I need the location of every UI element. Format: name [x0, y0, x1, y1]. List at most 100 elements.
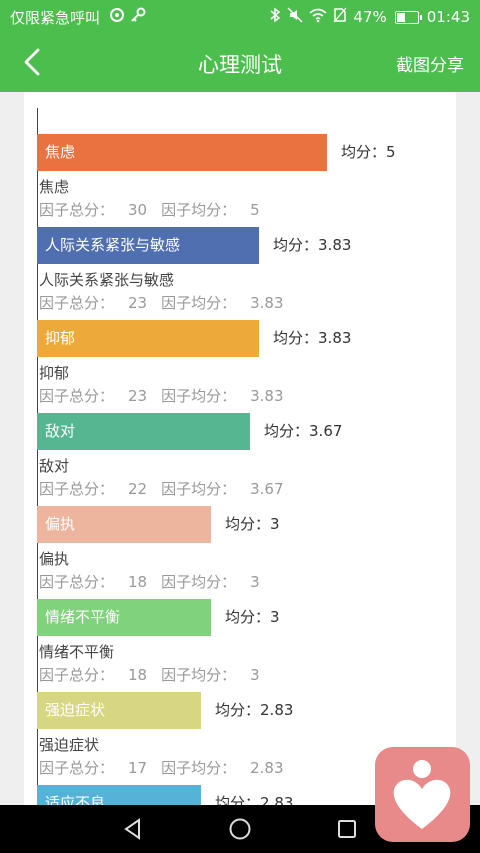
total-value: 23 [128, 294, 148, 312]
factor-name: 强迫症状 [39, 736, 100, 754]
total-label: 因子总分： [39, 573, 115, 591]
factor-bar: 抑郁 [37, 320, 259, 357]
factor-total: 因子总分： 23 [39, 387, 147, 405]
avg-prefix: 均分： [341, 143, 387, 161]
mean-value: 3.67 [250, 480, 284, 498]
factor-avg-label: 均分：3.83 [273, 320, 351, 357]
factor-bar: 强迫症状 [37, 692, 201, 729]
avg-value: 3.67 [309, 422, 343, 440]
mean-value: 3.83 [250, 387, 284, 405]
mean-label: 因子均分： [161, 666, 237, 684]
total-value: 23 [128, 387, 148, 405]
avg-prefix: 均分： [225, 515, 271, 533]
mean-label: 因子均分： [161, 201, 237, 219]
factor-detail: 因子总分： 23 因子均分： 3.83 [39, 292, 284, 313]
factor-total: 因子总分： 17 [39, 759, 147, 777]
factor-total: 因子总分： 18 [39, 666, 147, 684]
mean-label: 因子均分： [161, 294, 237, 312]
factor-bar: 敌对 [37, 413, 250, 450]
factor-mean: 因子均分： 3 [161, 573, 260, 591]
avg-value: 3.83 [318, 329, 352, 347]
factor-avg-label: 均分：5 [341, 134, 396, 171]
back-triangle-icon [124, 818, 140, 840]
mean-label: 因子均分： [161, 387, 237, 405]
battery-percent: 47% [353, 8, 387, 26]
nav-home-button[interactable] [228, 817, 252, 841]
factor-item: 焦虑 均分：5 焦虑 因子总分： 30 因子均分： 5 [37, 134, 456, 228]
factor-mean: 因子均分： 3.83 [161, 387, 283, 405]
factor-name: 敌对 [39, 457, 70, 475]
total-value: 18 [128, 666, 148, 684]
heart-person-icon [393, 760, 451, 829]
factor-avg-label: 均分：3 [225, 506, 280, 543]
avg-prefix: 均分： [273, 236, 319, 254]
factor-item: 偏执 均分：3 偏执 因子总分： 18 因子均分： 3 [37, 506, 456, 600]
avg-value: 5 [386, 143, 396, 161]
total-value: 17 [128, 759, 148, 777]
total-label: 因子总分： [39, 294, 115, 312]
factor-total: 因子总分： 18 [39, 573, 147, 591]
factor-item: 敌对 均分：3.67 敌对 因子总分： 22 因子均分： 3.67 [37, 413, 456, 507]
clock: 01:43 [426, 8, 470, 26]
mean-value: 3.83 [250, 294, 284, 312]
recents-square-icon [338, 820, 356, 838]
factor-detail: 因子总分： 18 因子均分： 3 [39, 664, 260, 685]
status-right: 47% 01:43 [269, 7, 470, 27]
home-circle-icon [229, 818, 251, 840]
total-label: 因子总分： [39, 759, 115, 777]
factor-total: 因子总分： 23 [39, 294, 147, 312]
factor-detail: 因子总分： 30 因子均分： 5 [39, 199, 260, 220]
nav-recents-button[interactable] [335, 817, 359, 841]
total-label: 因子总分： [39, 480, 115, 498]
mean-label: 因子均分： [161, 573, 237, 591]
mean-label: 因子均分： [161, 480, 237, 498]
mean-value: 3 [250, 573, 260, 591]
factor-bar: 焦虑 [37, 134, 327, 171]
screenshot-share-button[interactable]: 截图分享 [396, 51, 464, 76]
total-value: 30 [128, 201, 148, 219]
avg-value: 3 [270, 608, 280, 626]
results-card[interactable]: 焦虑 均分：5 焦虑 因子总分： 30 因子均分： 5 人际关系紧张与敏感 均分：3.83 人际关… [24, 92, 456, 808]
total-label: 因子总分： [39, 201, 115, 219]
factor-item: 人际关系紧张与敏感 均分：3.83 人际关系紧张与敏感 因子总分： 23 因子均分： 3.8… [37, 227, 456, 321]
factor-total: 因子总分： 30 [39, 201, 147, 219]
key-icon [130, 7, 146, 27]
avg-prefix: 均分： [215, 701, 261, 719]
mean-value: 3 [250, 666, 260, 684]
mean-value: 2.83 [250, 759, 284, 777]
status-bar: 仅限紧急呼叫 47% 01:43 [0, 0, 480, 32]
factor-name: 人际关系紧张与敏感 [39, 271, 175, 289]
avg-value: 3 [270, 515, 280, 533]
status-left: 仅限紧急呼叫 [10, 7, 146, 28]
factor-avg-label: 均分：2.83 [215, 692, 293, 729]
factor-avg-label: 均分：3.83 [273, 227, 351, 264]
factor-detail: 因子总分： 17 因子均分： 2.83 [39, 757, 284, 778]
nav-back-button[interactable] [121, 817, 145, 841]
swirl-icon [109, 8, 130, 27]
factor-mean: 因子均分： 5 [161, 201, 260, 219]
factor-avg-label: 均分：3 [225, 599, 280, 636]
floating-app-button[interactable] [375, 747, 470, 842]
total-label: 因子总分： [39, 387, 115, 405]
factor-avg-label: 均分：3.67 [264, 413, 342, 450]
factor-total: 因子总分： 22 [39, 480, 147, 498]
factor-mean: 因子均分： 3.67 [161, 480, 283, 498]
factor-bar: 偏执 [37, 506, 211, 543]
factor-name: 焦虑 [39, 178, 70, 196]
bluetooth-icon [269, 7, 281, 27]
factor-detail: 因子总分： 23 因子均分： 3.83 [39, 385, 284, 406]
wifi-icon [309, 7, 327, 27]
app-header: 心理测试 截图分享 [0, 32, 480, 92]
factor-item: 抑郁 均分：3.83 抑郁 因子总分： 23 因子均分： 3.83 [37, 320, 456, 414]
total-label: 因子总分： [39, 666, 115, 684]
avg-prefix: 均分： [225, 608, 271, 626]
mute-icon [287, 7, 303, 27]
total-value: 22 [128, 480, 148, 498]
battery-charging-icon [394, 10, 422, 24]
avg-value: 2.83 [260, 701, 294, 719]
factor-name: 偏执 [39, 550, 70, 568]
avg-prefix: 均分： [273, 329, 319, 347]
mean-value: 5 [250, 201, 260, 219]
factor-mean: 因子均分： 3 [161, 666, 260, 684]
factor-bar: 人际关系紧张与敏感 [37, 227, 259, 264]
